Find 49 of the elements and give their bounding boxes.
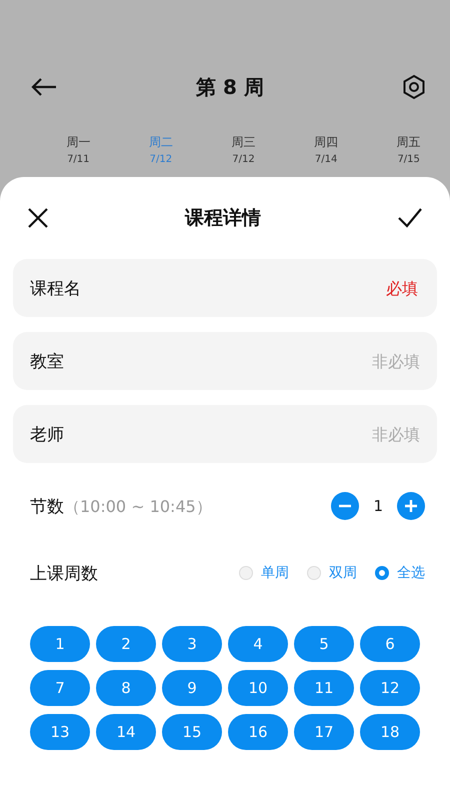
- decrement-button[interactable]: [331, 492, 360, 520]
- period-count: 1: [373, 497, 383, 515]
- input-field[interactable]: 必填: [266, 278, 420, 298]
- week-chip[interactable]: 13: [30, 714, 90, 750]
- periods-label: 节数: [30, 496, 64, 516]
- week-filter-radio[interactable]: 单周: [239, 564, 289, 582]
- weeks-label: 上课周数: [30, 562, 98, 584]
- field-label: 课程名: [30, 278, 81, 300]
- increment-button[interactable]: [397, 492, 425, 520]
- period-time: （10:00 ~ 10:45）: [64, 496, 212, 516]
- day-tab[interactable]: 周五 7/15: [367, 134, 450, 165]
- day-tab[interactable]: 周二 7/12: [120, 134, 202, 165]
- sheet-title: 课程详情: [185, 206, 261, 231]
- week-chip[interactable]: 15: [162, 714, 222, 750]
- field-label: 教室: [30, 350, 64, 372]
- week-chip[interactable]: 14: [96, 714, 156, 750]
- week-chip[interactable]: 2: [96, 626, 156, 662]
- week-chip[interactable]: 7: [30, 670, 90, 706]
- input-field[interactable]: 非必填: [270, 352, 420, 370]
- close-icon: [27, 207, 49, 229]
- plus-icon: [404, 499, 418, 513]
- week-chip[interactable]: 10: [228, 670, 288, 706]
- week-filter-radio[interactable]: 双周: [307, 564, 357, 582]
- week-chip[interactable]: 4: [228, 626, 288, 662]
- day-tab[interactable]: 周四 7/14: [284, 134, 368, 165]
- week-chip[interactable]: 18: [360, 714, 420, 750]
- week-chip[interactable]: 11: [294, 670, 354, 706]
- week-chip[interactable]: 6: [360, 626, 420, 662]
- day-tab[interactable]: 周一 7/11: [37, 134, 120, 165]
- week-chip[interactable]: 12: [360, 670, 420, 706]
- checkmark-icon: [397, 207, 423, 229]
- day-tab[interactable]: 周三 7/12: [202, 134, 285, 165]
- settings-button[interactable]: [402, 74, 426, 100]
- week-chip[interactable]: 17: [294, 714, 354, 750]
- confirm-button[interactable]: [397, 207, 423, 229]
- week-chip[interactable]: 9: [162, 670, 222, 706]
- week-chip[interactable]: 8: [96, 670, 156, 706]
- week-title: 第 8 周: [196, 74, 264, 100]
- week-chip[interactable]: 16: [228, 714, 288, 750]
- settings-icon: [402, 74, 426, 100]
- back-button[interactable]: [30, 77, 58, 97]
- back-arrow-icon: [30, 77, 58, 97]
- week-chip[interactable]: 3: [162, 626, 222, 662]
- field-label: 老师: [30, 424, 64, 446]
- week-filter-radio[interactable]: 全选: [375, 564, 425, 582]
- input-field[interactable]: 非必填: [270, 424, 420, 444]
- week-chip[interactable]: 1: [30, 626, 90, 662]
- close-button[interactable]: [27, 207, 49, 229]
- week-chip[interactable]: 5: [294, 626, 354, 662]
